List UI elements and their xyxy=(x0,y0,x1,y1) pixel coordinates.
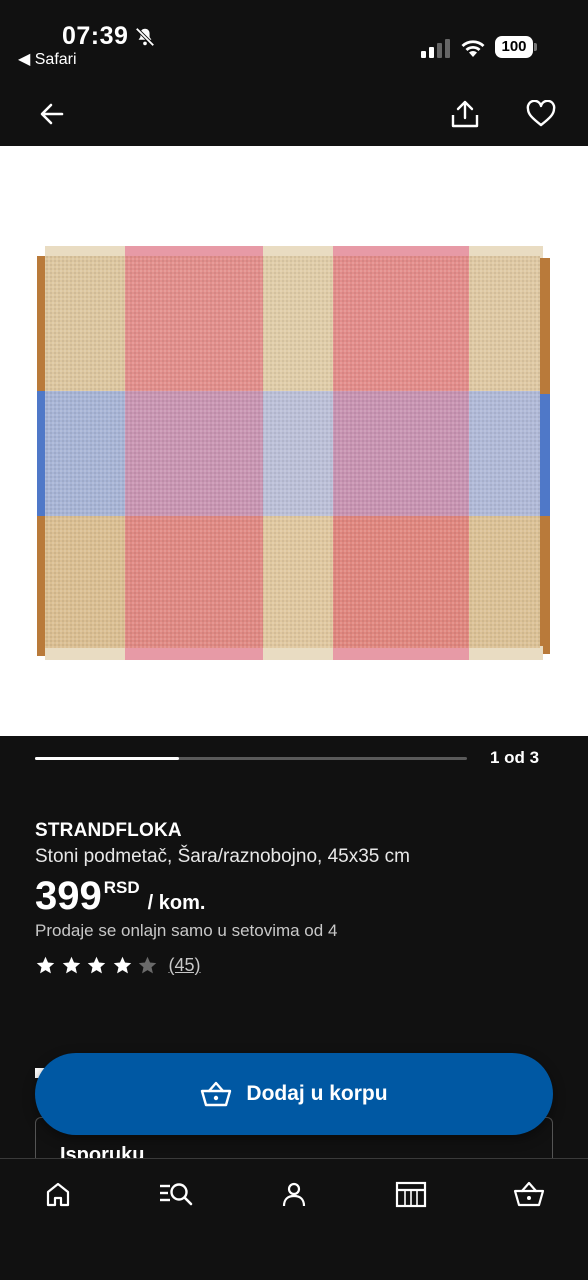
share-button[interactable] xyxy=(445,94,485,134)
battery-level: 100 xyxy=(495,36,533,58)
wifi-icon xyxy=(461,40,485,57)
price-amount: 399 xyxy=(35,874,102,918)
product-image[interactable] xyxy=(0,146,588,736)
back-to-safari-link[interactable]: ◀ Safari xyxy=(18,49,77,69)
home-icon xyxy=(46,1182,70,1207)
gallery-progress-fill xyxy=(35,757,179,760)
set-note: Prodaje se onlajn samo u setovima od 4 xyxy=(35,921,338,940)
back-button[interactable] xyxy=(32,94,72,134)
tab-cart[interactable] xyxy=(505,1177,553,1211)
signal-icon xyxy=(421,39,450,58)
tab-stores[interactable] xyxy=(387,1177,435,1211)
star-filled-icon xyxy=(62,956,80,974)
tab-home[interactable] xyxy=(34,1177,82,1211)
price-unit: / kom. xyxy=(147,892,206,914)
add-to-cart-button[interactable]: Dodaj u korpu xyxy=(35,1053,553,1135)
cart-icon xyxy=(201,1081,232,1107)
price-currency: RSD xyxy=(103,878,140,897)
gallery-indicator: 1 od 3 xyxy=(0,736,588,786)
rating-stars xyxy=(35,955,163,976)
search-icon xyxy=(160,1183,193,1206)
placemat-image xyxy=(37,246,550,660)
battery-icon: 100 xyxy=(495,36,537,58)
gallery-progress-track xyxy=(35,757,467,760)
tab-search[interactable] xyxy=(152,1177,200,1211)
tab-profile[interactable] xyxy=(270,1177,318,1211)
profile-icon xyxy=(282,1182,306,1207)
star-filled-icon xyxy=(113,956,131,974)
rating[interactable]: (45) xyxy=(35,955,201,976)
gallery-counter: 1 od 3 xyxy=(490,748,540,767)
favorite-button[interactable] xyxy=(521,94,561,134)
status-bar: 07:39 ◀ Safari 100 xyxy=(0,0,588,80)
bell-off-icon xyxy=(135,27,155,47)
product-description: Stoni podmetač, Šara/raznobojno, 45x35 c… xyxy=(35,846,410,867)
star-filled-icon xyxy=(36,956,55,974)
top-nav-bar xyxy=(0,80,588,146)
star-empty-icon xyxy=(138,956,157,974)
cart-icon xyxy=(513,1181,545,1207)
product-name: STRANDFLOKA xyxy=(35,820,182,841)
star-filled-icon xyxy=(87,956,106,974)
review-count-link[interactable]: (45) xyxy=(169,955,201,976)
heart-icon xyxy=(526,100,556,127)
share-icon xyxy=(451,100,479,128)
product-price: 399 RSD / kom. xyxy=(35,872,205,920)
back-arrow-icon xyxy=(40,103,64,125)
status-time: 07:39 xyxy=(62,22,129,50)
store-icon xyxy=(395,1181,427,1208)
add-to-cart-label: Dodaj u korpu xyxy=(246,1082,388,1105)
bottom-tab-bar xyxy=(0,1158,588,1280)
